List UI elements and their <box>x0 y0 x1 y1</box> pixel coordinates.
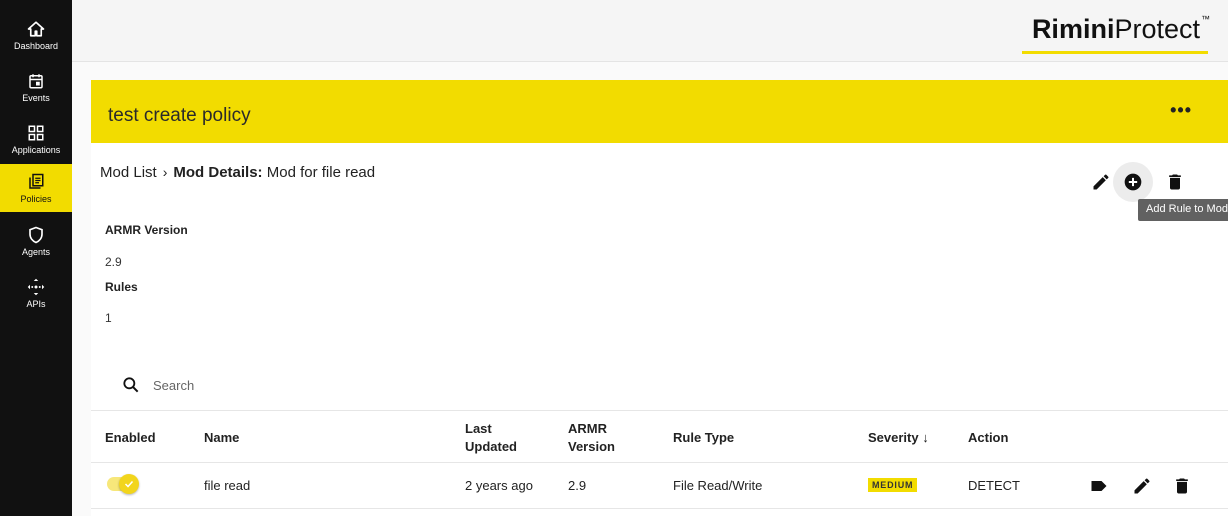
severity-badge: MEDIUM <box>868 478 918 492</box>
armr-version-label: ARMR Version <box>105 223 188 237</box>
policy-banner: test create policy ••• <box>91 80 1228 143</box>
col-action[interactable]: Action <box>968 429 1008 447</box>
home-icon <box>27 20 45 37</box>
col-name[interactable]: Name <box>204 429 239 447</box>
armr-version-value: 2.9 <box>105 255 122 269</box>
toggle-knob <box>119 474 139 494</box>
add-rule-button[interactable] <box>1113 162 1153 202</box>
brand-logo: RiminiProtect™ <box>1031 14 1210 44</box>
sidebar-item-dashboard[interactable]: Dashboard <box>0 12 72 58</box>
policies-icon <box>29 173 44 189</box>
cell-name: file read <box>204 478 251 493</box>
cell-rule-type: File Read/Write <box>673 478 763 493</box>
col-last-updated-line2: Updated <box>465 439 517 454</box>
api-icon <box>27 278 45 295</box>
col-enabled[interactable]: Enabled <box>105 429 156 447</box>
rules-value: 1 <box>105 311 112 325</box>
table-header: Enabled Name Last Updated ARMR Version R… <box>91 410 1228 463</box>
breadcrumb: Mod List › Mod Details: Mod for file read <box>100 164 375 181</box>
cell-last-updated: 2 years ago <box>465 478 533 493</box>
trash-icon <box>1169 174 1181 190</box>
policy-title: test create policy <box>108 105 251 126</box>
sidebar: Dashboard Events Applications Policies A… <box>0 0 72 516</box>
sidebar-item-label: Dashboard <box>13 40 59 51</box>
grid-icon <box>28 125 44 140</box>
tag-rule-button[interactable] <box>1088 475 1110 497</box>
cell-action: DETECT <box>968 478 1020 493</box>
sidebar-item-label: APIs <box>26 298 46 309</box>
breadcrumb-current-label: Mod Details: <box>173 164 263 181</box>
add-rule-tooltip: Add Rule to Mod <box>1138 199 1228 221</box>
sidebar-item-label: Agents <box>21 246 51 257</box>
search-bar <box>121 375 453 395</box>
sidebar-item-events[interactable]: Events <box>0 64 72 110</box>
check-icon <box>124 480 134 488</box>
top-bar: RiminiProtect™ <box>72 0 1228 62</box>
sort-arrow-icon: ↓ <box>922 430 929 445</box>
table-row[interactable]: file read 2 years ago 2.9 File Read/Writ… <box>91 463 1228 509</box>
delete-rule-button[interactable] <box>1171 475 1193 497</box>
search-icon <box>123 377 139 393</box>
policy-panel: test create policy ••• Mod List › Mod Deta… <box>91 80 1228 516</box>
calendar-icon <box>29 73 43 88</box>
logo-underline <box>1022 51 1208 54</box>
col-severity[interactable]: Severity ↓ <box>868 429 929 447</box>
search-input[interactable] <box>153 377 453 393</box>
sidebar-item-policies[interactable]: Policies <box>0 164 72 212</box>
breadcrumb-current-value: Mod for file read <box>266 164 376 181</box>
col-armr-line2: Version <box>568 439 615 454</box>
edit-rule-button[interactable] <box>1131 475 1153 497</box>
sidebar-item-label: Applications <box>11 144 61 155</box>
label-icon <box>1091 481 1107 491</box>
sidebar-item-applications[interactable]: Applications <box>0 116 72 162</box>
breadcrumb-mod-list-link[interactable]: Mod List <box>100 164 157 181</box>
pencil-icon <box>1134 478 1150 494</box>
delete-mod-button[interactable] <box>1155 162 1195 202</box>
sidebar-item-apis[interactable]: APIs <box>0 270 72 316</box>
col-armr-version[interactable]: ARMR Version <box>568 420 615 456</box>
more-options-button[interactable]: ••• <box>1170 100 1192 121</box>
sidebar-item-label: Policies <box>20 193 52 204</box>
sidebar-item-agents[interactable]: Agents <box>0 218 72 264</box>
col-severity-label: Severity <box>868 430 919 445</box>
shield-icon <box>29 226 43 243</box>
trash-icon <box>1176 478 1188 494</box>
pencil-icon <box>1093 174 1109 190</box>
col-rule-type[interactable]: Rule Type <box>673 429 734 447</box>
add-circle-icon <box>1124 173 1142 191</box>
rules-label: Rules <box>105 280 138 294</box>
enabled-toggle[interactable] <box>107 474 139 494</box>
col-last-updated[interactable]: Last Updated <box>465 420 517 456</box>
cell-armr-version: 2.9 <box>568 478 587 493</box>
breadcrumb-separator: › <box>162 164 168 180</box>
col-armr-line1: ARMR <box>568 421 607 436</box>
col-last-updated-line1: Last <box>465 421 492 436</box>
sidebar-item-label: Events <box>22 92 50 103</box>
